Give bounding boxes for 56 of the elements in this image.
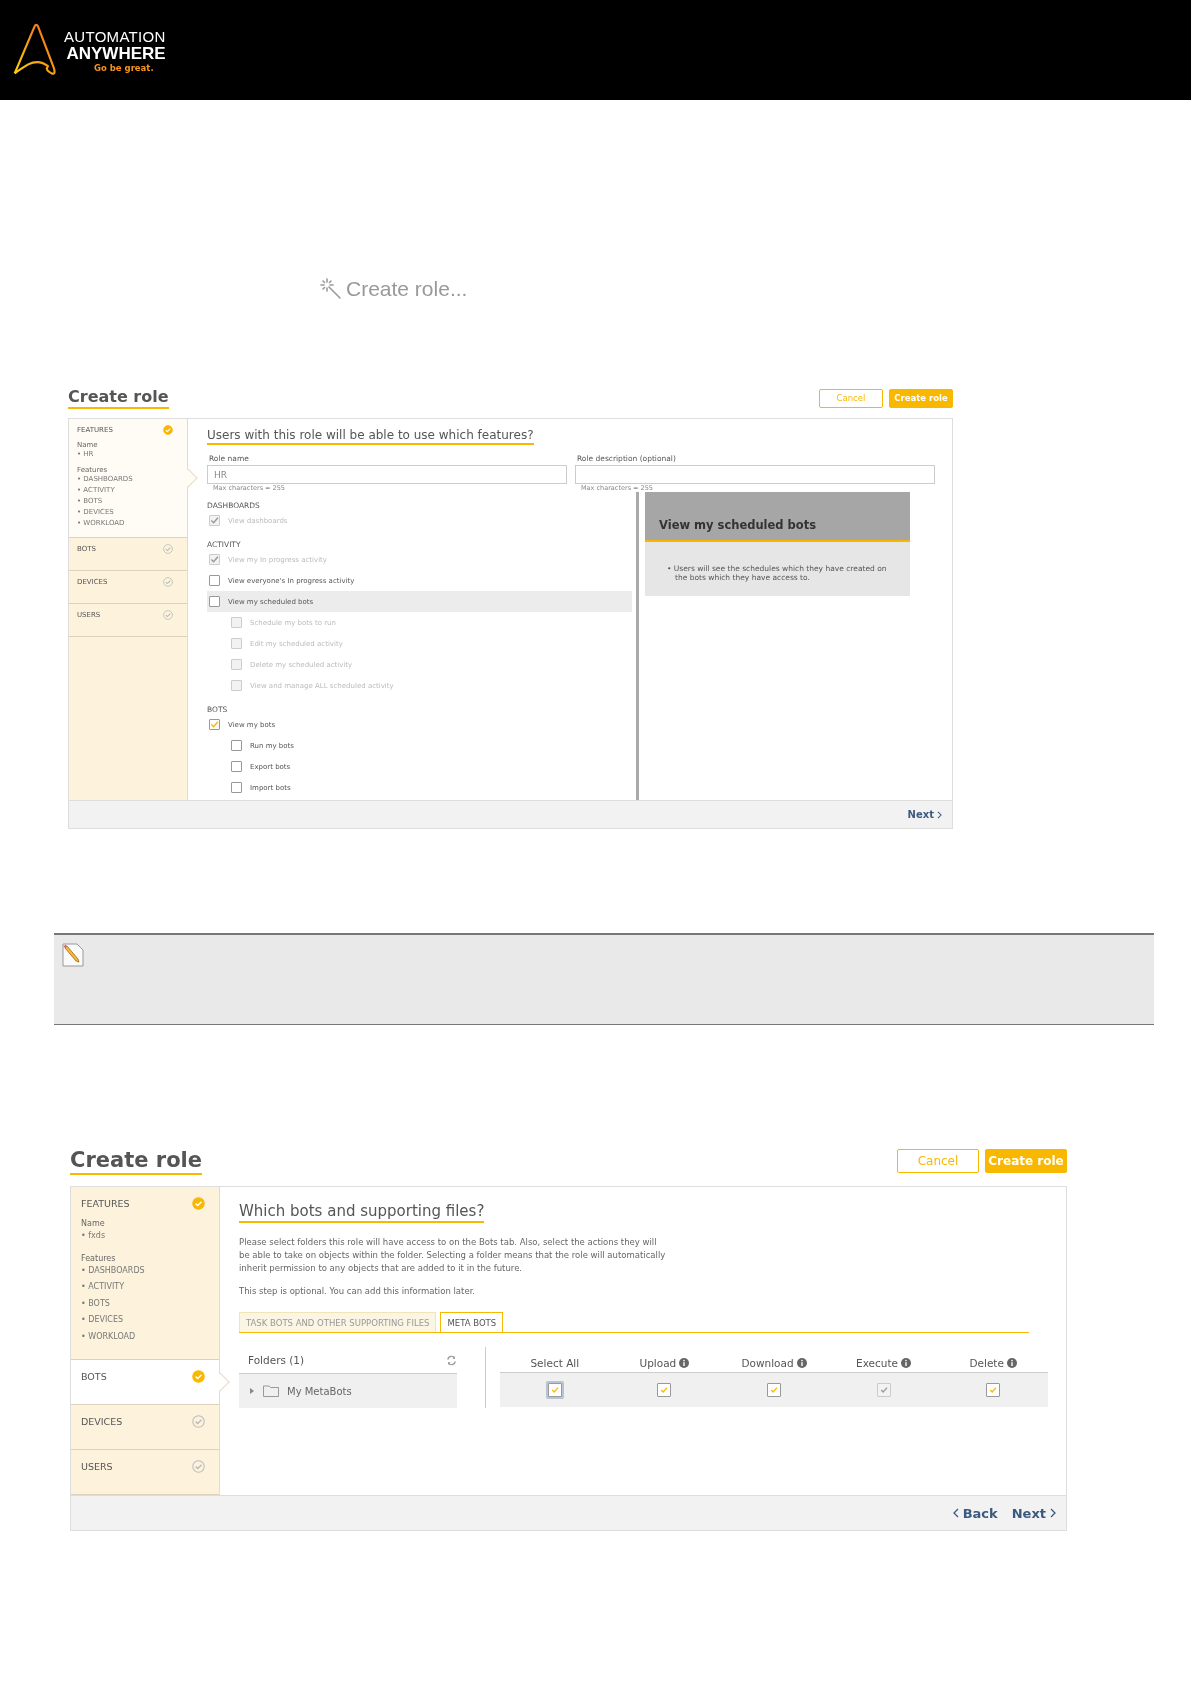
page-title: Create role [68,387,169,409]
sidebar-item-label: BOTS [81,1371,107,1382]
summary-item: • DASHBOARDS [81,1264,146,1277]
sidebar-item[interactable]: DEVICES [71,1405,219,1450]
checkbox[interactable] [231,761,242,772]
folder-icon [263,1385,279,1397]
info-icon[interactable] [1006,1358,1017,1368]
folders-heading: Folders (1) [248,1354,305,1366]
logo-wordmark: ANYWHERE [66,44,166,63]
summary-item: • WORKLOAD [81,1330,137,1343]
magic-wand-icon [320,278,342,300]
checkbox[interactable] [231,782,242,793]
column-heading: Download [741,1357,794,1369]
sidebar-item-label: FEATURES [81,1198,130,1209]
chevron-right-icon [1050,1508,1056,1518]
column-heading: Delete [969,1357,1004,1369]
summary-item: • fxds [81,1230,107,1242]
next-link[interactable]: Next [1011,1505,1056,1521]
summary-label: Name [81,1219,106,1228]
checkbox[interactable] [209,596,220,607]
column-heading: Execute [856,1357,899,1369]
refresh-icon[interactable] [446,1354,457,1366]
pencil-note-icon [61,943,85,967]
column-heading: Upload [639,1357,677,1369]
description-text: Please select folders this role will have access to on the Bots tab. Also, select the actions they will be able to take on objects within the folder. Selecting a folder means that the role will automatically inherit permission to any objects that are added to it in the future. [239,1236,667,1275]
page-title: Create role [70,1147,202,1175]
checkbox[interactable] [231,740,242,751]
info-icon[interactable] [796,1358,807,1368]
sidebar-item-label: USERS [81,1461,113,1472]
back-link[interactable]: Back [952,1505,998,1521]
summary-item: • DEVICES [81,1314,125,1326]
summary-item: • BOTS [81,1297,111,1310]
text-field[interactable] [575,465,935,484]
step-heading: Create role... [346,277,468,301]
logo-wordmark: AUTOMATION [64,28,166,45]
text-field[interactable]: HR [207,465,567,484]
question-heading: Users with this role will be able to use which features? [207,428,534,445]
info-icon[interactable] [679,1358,690,1368]
folder-row[interactable]: My MetaBots [239,1374,457,1408]
expand-caret-icon[interactable] [249,1388,255,1394]
info-title: View my scheduled bots [659,518,817,532]
column-heading: Select All [530,1357,580,1369]
next-link[interactable]: Next [907,809,942,820]
sidebar-item-label: DEVICES [81,1416,123,1427]
checkbox[interactable] [209,575,220,586]
logo-tagline: Go be great. [93,62,154,74]
summary-item: • ACTIVITY [81,1281,126,1293]
tab[interactable]: META BOTS [440,1312,504,1332]
chevron-left-icon [952,1508,959,1518]
question-heading: Which bots and supporting files? [239,1202,485,1223]
checkbox[interactable] [209,719,220,730]
folder-name: My MetaBots [287,1385,352,1397]
summary-label: Features [81,1253,117,1263]
description-text: This step is optional. You can add this information later. [239,1285,477,1298]
info-icon[interactable] [901,1358,912,1368]
chevron-right-icon [937,810,942,819]
